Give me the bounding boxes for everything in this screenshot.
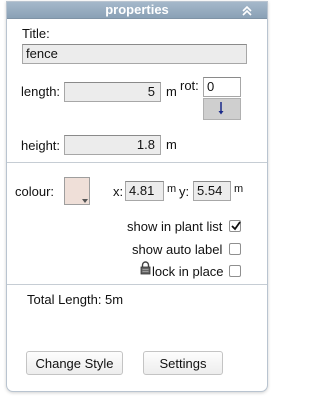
x-unit: m — [167, 183, 177, 195]
x-label: x: — [113, 184, 124, 199]
properties-panel: properties Title: fence length: 5 m rot:… — [6, 1, 268, 392]
panel-title: properties — [105, 2, 169, 17]
panel-titlebar[interactable]: properties — [7, 2, 267, 19]
padlock-icon — [140, 261, 151, 275]
height-unit: m — [166, 137, 177, 152]
colour-swatch[interactable] — [64, 177, 90, 205]
height-label: height: — [21, 138, 61, 153]
divider — [7, 162, 267, 163]
lock-in-place-label: lock in place — [152, 264, 224, 279]
chevron-down-icon — [82, 199, 88, 203]
length-input[interactable]: 5 — [64, 82, 161, 102]
rot-label: rot: — [180, 78, 199, 93]
checkmark-icon — [231, 221, 241, 231]
collapse-icon[interactable] — [241, 4, 253, 16]
y-unit: m — [234, 183, 244, 195]
rot-input[interactable]: 0 — [203, 77, 241, 97]
change-style-button[interactable]: Change Style — [26, 351, 123, 375]
show-in-plant-list-label: show in plant list — [127, 219, 223, 234]
colour-label: colour: — [15, 184, 55, 199]
settings-button[interactable]: Settings — [143, 351, 223, 375]
length-label: length: — [21, 84, 61, 99]
y-input[interactable]: 5.54 — [193, 181, 231, 201]
title-label: Title: — [22, 26, 50, 41]
y-label: y: — [179, 184, 190, 199]
show-auto-label-checkbox[interactable] — [229, 243, 241, 255]
height-input[interactable]: 1.8 — [64, 135, 161, 155]
rotation-arrow-icon — [218, 102, 224, 115]
divider — [7, 284, 267, 285]
total-length-text: Total Length: 5m — [27, 292, 124, 307]
x-input[interactable]: 4.81 — [125, 181, 164, 201]
length-unit: m — [166, 84, 177, 99]
lock-in-place-checkbox[interactable] — [229, 265, 241, 277]
rotation-dial[interactable] — [203, 98, 241, 120]
title-input[interactable]: fence — [22, 44, 247, 64]
show-auto-label-label: show auto label — [132, 242, 223, 257]
show-in-plant-list-checkbox[interactable] — [229, 220, 241, 232]
